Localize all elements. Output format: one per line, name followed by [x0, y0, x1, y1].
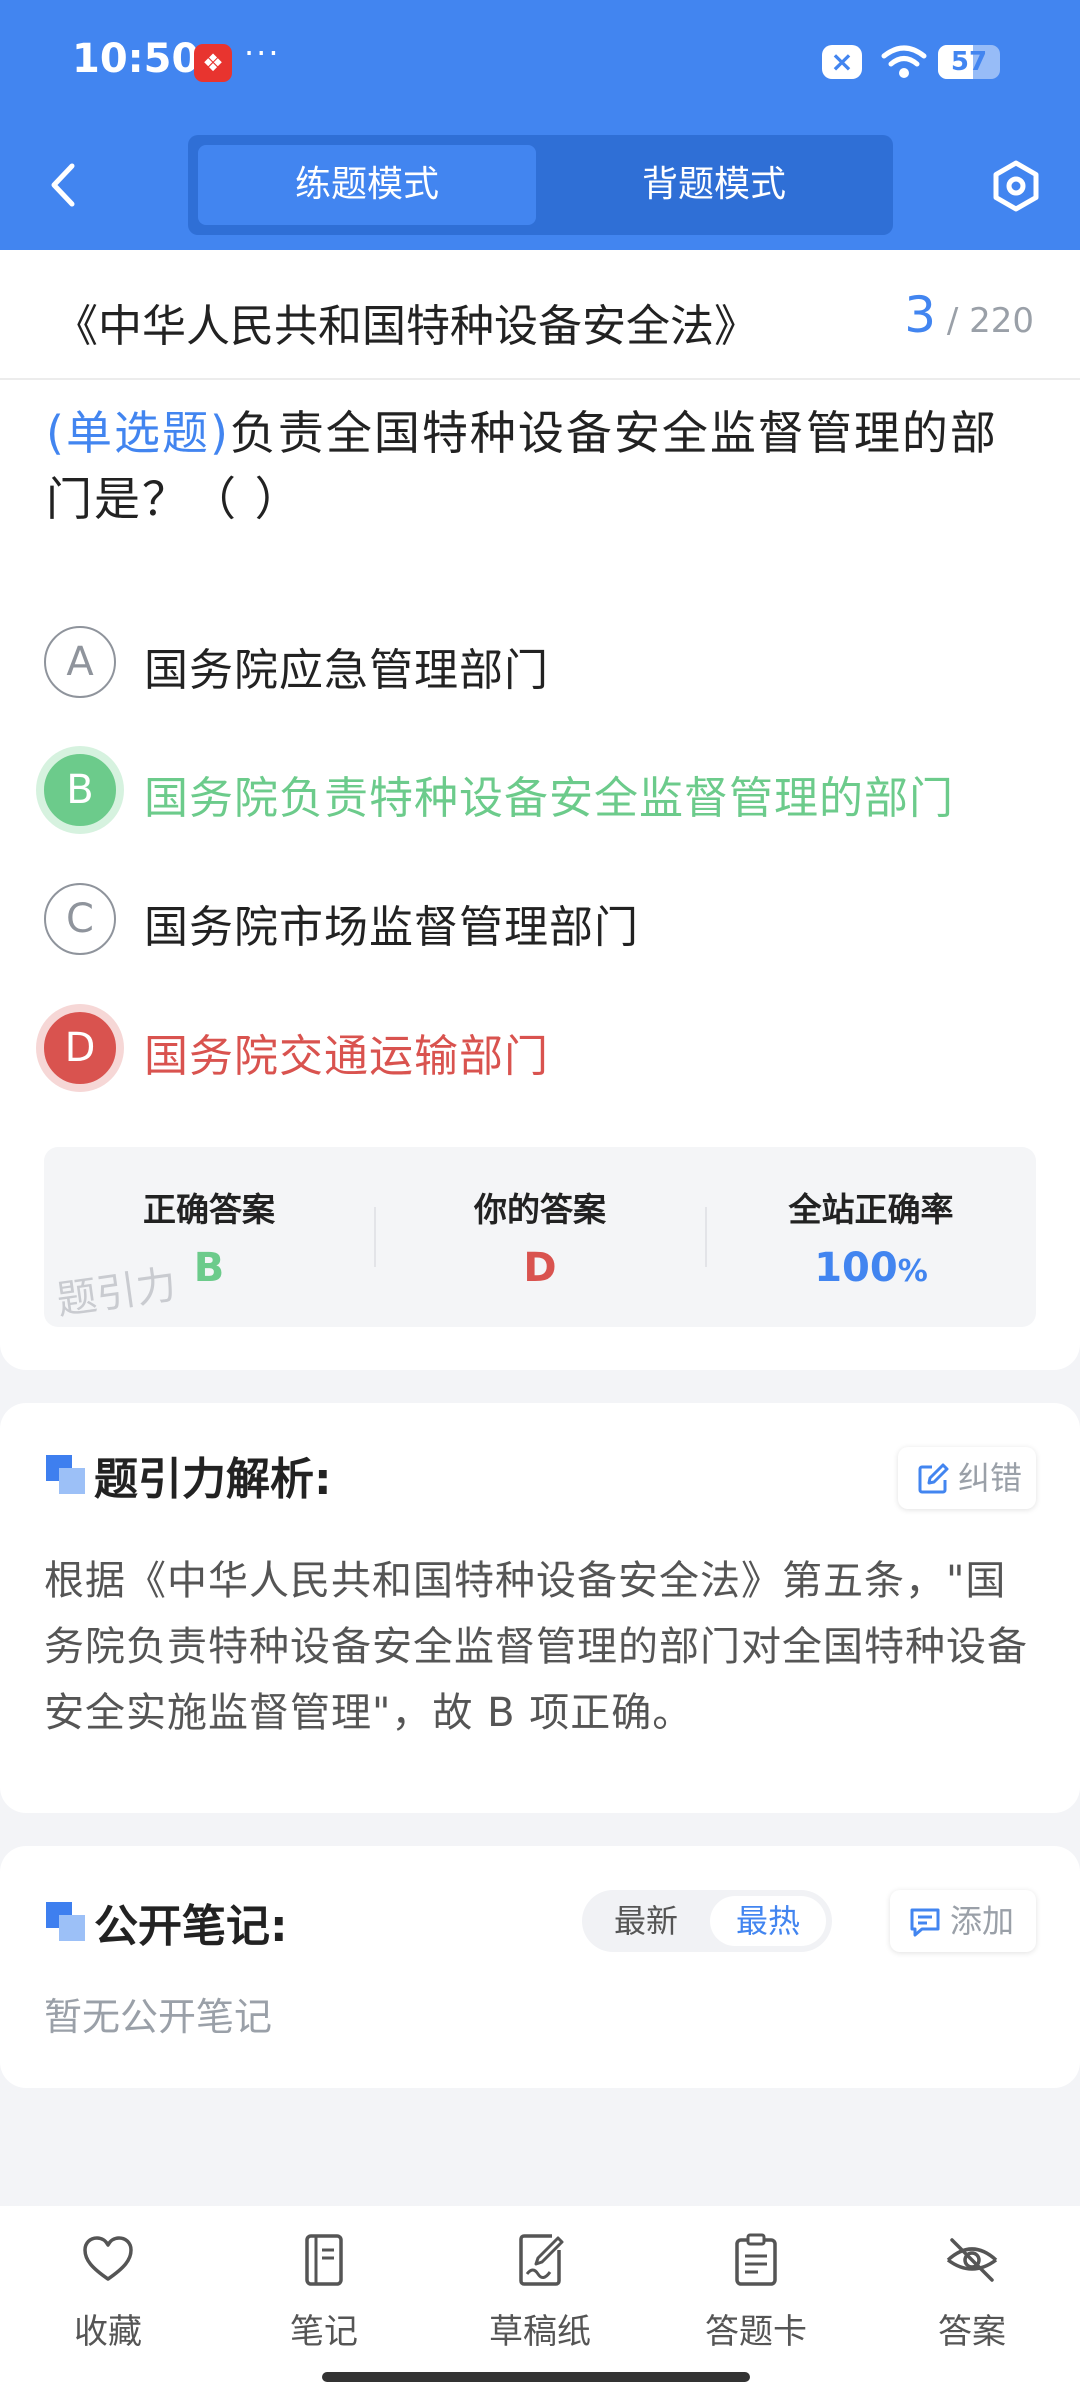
current-question-number: 3 — [904, 286, 937, 344]
battery-icon: 57 — [938, 45, 1000, 79]
analysis-text: 根据《中华人民共和国特种设备安全法》第五条，"国务院负责特种设备安全监督管理的部… — [44, 1558, 1028, 1736]
notebook-icon — [305, 2234, 343, 2286]
option-letter: C — [44, 883, 116, 955]
your-answer-label: 你的答案 — [474, 1190, 606, 1229]
divider — [0, 378, 1080, 380]
answer-card-label: 答题卡 — [705, 2312, 807, 2352]
draft-paper-button[interactable]: 草稿纸 — [432, 2232, 648, 2362]
sort-hottest[interactable]: 最热 — [710, 1896, 826, 1946]
add-note-label: 添加 — [950, 1902, 1015, 1940]
draft-paper-label: 草稿纸 — [489, 2312, 591, 2352]
option-letter: A — [44, 626, 116, 698]
show-answer-label: 答案 — [938, 2312, 1006, 2352]
mode-switch: 练题模式 背题模式 — [188, 135, 893, 235]
correct-answer-label: 正确答案 — [143, 1190, 275, 1229]
option-text: 国务院交通运输部门 — [144, 1031, 549, 1082]
eye-off-icon — [946, 2238, 998, 2282]
question-progress: 3 / 220 — [904, 286, 1034, 344]
back-arrow-icon[interactable] — [44, 160, 84, 210]
answer-card-icon — [735, 2233, 777, 2286]
status-time: 10:50 — [72, 36, 200, 82]
question-type: (单选题) — [46, 406, 230, 460]
notes-sort-toggle: 最新 最热 — [582, 1890, 832, 1952]
accuracy-value: 100% — [706, 1245, 1036, 1291]
notes-label: 笔记 — [290, 2312, 358, 2352]
bottom-toolbar: 收藏 笔记 草稿纸 答题卡 答案 — [0, 2206, 1080, 2400]
accuracy-label: 全站正确率 — [788, 1190, 954, 1229]
option-text: 国务院应急管理部门 — [144, 645, 549, 696]
total-questions: / 220 — [946, 301, 1034, 341]
show-answer-button[interactable]: 答案 — [864, 2232, 1080, 2362]
edit-icon — [918, 1463, 949, 1494]
add-note-button[interactable]: 添加 — [890, 1890, 1036, 1952]
empty-notes-text: 暂无公开笔记 — [44, 1995, 273, 2039]
question-text: (单选题)负责全国特种设备安全监督管理的部门是？（ ） — [46, 400, 1036, 532]
home-indicator[interactable] — [322, 2372, 750, 2382]
option-letter: D — [44, 1012, 116, 1084]
settings-icon[interactable] — [990, 160, 1042, 212]
option-a[interactable]: A 国务院应急管理部门 — [44, 622, 1044, 702]
report-error-label: 纠错 — [958, 1459, 1023, 1497]
battery-level: 57 — [950, 47, 988, 77]
tab-memorize-mode[interactable]: 背题模式 — [545, 145, 883, 225]
sort-latest[interactable]: 最新 — [588, 1896, 704, 1946]
draft-paper-icon — [519, 2234, 564, 2286]
notes-title: 公开笔记: — [94, 1901, 288, 1952]
option-d[interactable]: D 国务院交通运输部门 — [44, 1008, 1044, 1088]
book-title: 《中华人民共和国特种设备安全法》 — [54, 301, 758, 352]
favorite-label: 收藏 — [74, 2312, 142, 2352]
tab-practice-mode[interactable]: 练题模式 — [198, 145, 536, 225]
close-status-icon: × — [822, 45, 862, 79]
option-text: 国务院市场监督管理部门 — [144, 902, 639, 953]
favorite-button[interactable]: 收藏 — [0, 2232, 216, 2362]
more-notifications-icon: ··· — [244, 34, 281, 72]
option-c[interactable]: C 国务院市场监督管理部门 — [44, 879, 1044, 959]
answer-summary: 正确答案 B 你的答案 D 全站正确率 100% — [44, 1147, 1036, 1327]
wifi-icon — [881, 45, 927, 78]
notes-button[interactable]: 笔记 — [216, 2232, 432, 2362]
question-card: 《中华人民共和国特种设备安全法》 3 / 220 (单选题)负责全国特种设备安全… — [0, 250, 1080, 1370]
accuracy-column: 全站正确率 100% — [706, 1147, 1036, 1327]
option-letter: B — [44, 754, 116, 826]
notes-card: 公开笔记: 最新 最热 添加 暂无公开笔记 — [0, 1846, 1080, 2088]
comment-icon — [910, 1908, 940, 1937]
analysis-card: 题引力解析: 纠错 根据《中华人民共和国特种设备安全法》第五条，"国务院负责特种… — [0, 1403, 1080, 1813]
report-error-button[interactable]: 纠错 — [898, 1447, 1036, 1509]
your-answer-column: 你的答案 D — [375, 1147, 705, 1327]
accuracy-number: 100 — [814, 1245, 898, 1291]
section-icon — [46, 1455, 86, 1495]
heart-icon — [83, 2236, 133, 2281]
answer-card-button[interactable]: 答题卡 — [648, 2232, 864, 2362]
app-notification-icon: ❖ — [194, 44, 232, 82]
your-answer-value: D — [523, 1245, 557, 1291]
analysis-title: 题引力解析: — [94, 1454, 332, 1505]
option-b[interactable]: B 国务院负责特种设备安全监督管理的部门 — [44, 750, 1044, 830]
status-bar: 10:50 ❖ ··· × 57 — [0, 0, 1080, 125]
top-header: 10:50 ❖ ··· × 57 练题模式 背题模式 — [0, 0, 1080, 250]
option-text: 国务院负责特种设备安全监督管理的部门 — [144, 773, 954, 824]
section-icon — [46, 1902, 86, 1942]
accuracy-unit: % — [897, 1254, 928, 1289]
